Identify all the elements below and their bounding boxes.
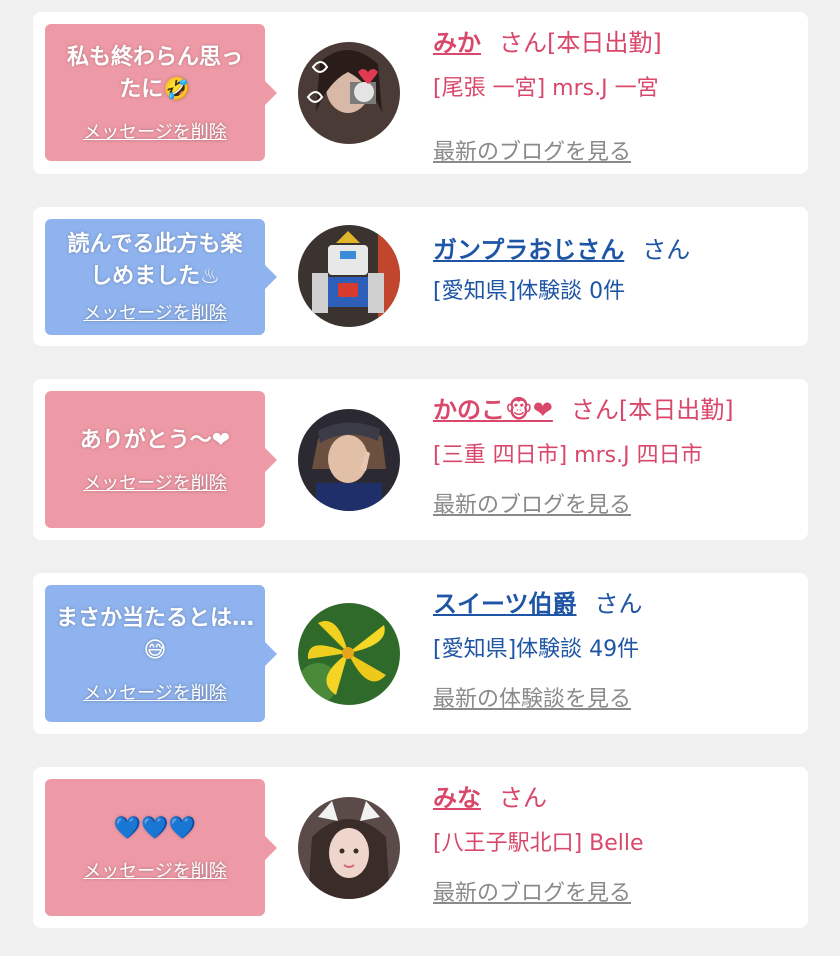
delete-message-link[interactable]: メッセージを削除 (83, 679, 227, 705)
message-bubble: 私も終わらん思っ たに🤣 メッセージを削除 (45, 24, 277, 161)
sender-location: [八王子駅北口] Belle (433, 831, 644, 856)
message-text: 私も終わらん思っ たに🤣 (66, 44, 243, 102)
list-item: まさか当たるとは…😅 メッセージを削除 スイーツ伯爵 さん [愛知県]体験談 49… (33, 573, 808, 734)
delete-message-link[interactable]: メッセージを削除 (83, 857, 227, 883)
sender-location: [三重 四日市] mrs.J 四日市 (433, 443, 703, 468)
delete-message-link[interactable]: メッセージを削除 (83, 118, 227, 144)
delete-message-link[interactable]: メッセージを削除 (83, 469, 227, 495)
sender-stats: [愛知県]体験談 49件 (433, 637, 640, 662)
sender-honorific: さん[本日出勤] (499, 29, 662, 57)
sender-honorific: さん (594, 590, 643, 618)
avatar[interactable] (298, 797, 400, 899)
message-text: ありがとう〜❤ (79, 427, 231, 453)
avatar[interactable] (298, 603, 400, 705)
message-text: まさか当たるとは…😅 (55, 605, 254, 663)
list-item: 私も終わらん思っ たに🤣 メッセージを削除 みか さん[本日出勤] [尾張 一宮]… (33, 12, 808, 174)
sender-name[interactable]: かのこ🐵❤ (433, 396, 553, 424)
item-info: スイーツ伯爵 さん [愛知県]体験談 49件 最新の体験談を見る (433, 587, 798, 727)
item-info: かのこ🐵❤ さん[本日出勤] [三重 四日市] mrs.J 四日市 最新のブログを… (433, 393, 798, 533)
latest-review-link[interactable]: 最新の体験談を見る (433, 685, 631, 715)
sender-name[interactable]: スイーツ伯爵 (433, 590, 577, 618)
message-bubble: 💙💙💙 メッセージを削除 (45, 779, 277, 916)
message-bubble: 読んでる此方も楽 しめました♨ メッセージを削除 (45, 219, 277, 335)
message-bubble: まさか当たるとは…😅 メッセージを削除 (45, 585, 277, 722)
latest-blog-link[interactable]: 最新のブログを見る (433, 491, 631, 521)
latest-blog-link[interactable]: 最新のブログを見る (433, 138, 631, 168)
avatar[interactable] (298, 409, 400, 511)
item-info: ガンプラおじさん さん [愛知県]体験談 0件 (433, 233, 798, 333)
list-item: ありがとう〜❤ メッセージを削除 かのこ🐵❤ さん[本日出勤] [三重 四日市] … (33, 379, 808, 540)
message-list: 私も終わらん思っ たに🤣 メッセージを削除 みか さん[本日出勤] [尾張 一宮]… (0, 0, 840, 956)
message-text: 💙💙💙 (113, 815, 197, 841)
item-info: みな さん [八王子駅北口] Belle 最新のブログを見る (433, 781, 798, 921)
sender-location: [尾張 一宮] mrs.J 一宮 (433, 76, 659, 101)
sender-name[interactable]: みな (433, 784, 481, 812)
item-info: みか さん[本日出勤] [尾張 一宮] mrs.J 一宮 最新のブログを見る (433, 26, 798, 166)
message-text: 読んでる此方も楽 しめました♨ (67, 232, 243, 289)
message-bubble: ありがとう〜❤ メッセージを削除 (45, 391, 277, 528)
sender-honorific: さん[本日出勤] (570, 396, 734, 424)
list-item: 💙💙💙 メッセージを削除 みな さん [八王子駅北口] Belle 最新のブログを… (33, 767, 808, 928)
list-item: 読んでる此方も楽 しめました♨ メッセージを削除 ガンプラおじさん さん [愛知県… (33, 207, 808, 346)
sender-honorific: さん (642, 236, 691, 264)
sender-name[interactable]: みか (433, 29, 481, 57)
sender-honorific: さん (499, 784, 547, 812)
sender-name[interactable]: ガンプラおじさん (433, 236, 624, 264)
avatar[interactable] (298, 42, 400, 144)
sender-stats: [愛知県]体験談 0件 (433, 279, 626, 304)
avatar[interactable] (298, 225, 400, 327)
latest-blog-link[interactable]: 最新のブログを見る (433, 879, 631, 909)
delete-message-link[interactable]: メッセージを削除 (83, 299, 227, 325)
